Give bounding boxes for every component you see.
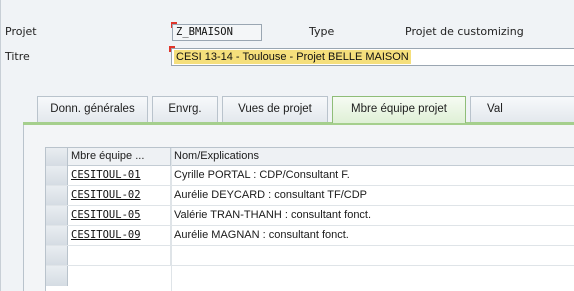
member-description[interactable]: Valérie TRAN-THANH : consultant fonct. — [171, 206, 574, 226]
member-id[interactable]: CESITOUL-02 — [68, 186, 171, 206]
team-members-table: Mbre équipe ... Nom/Explications CESITOU… — [45, 147, 574, 291]
member-id[interactable]: CESITOUL-05 — [68, 206, 171, 226]
row-selector[interactable] — [46, 226, 68, 245]
project-screen: Projet Z_BMAISON Type Projet de customiz… — [0, 0, 574, 291]
table-header: Mbre équipe ... Nom/Explications — [46, 148, 574, 166]
table-row[interactable]: CESITOUL-01 Cyrille PORTAL : CDP/Consult… — [46, 166, 574, 186]
table-row[interactable]: CESITOUL-02 Aurélie DEYCARD : consultant… — [46, 186, 574, 206]
column-header-name[interactable]: Nom/Explications — [171, 148, 574, 166]
tab-label: Envrg. — [168, 103, 202, 115]
member-id[interactable]: CESITOUL-09 — [68, 226, 171, 246]
tab-team-members[interactable]: Mbre équipe projet — [332, 96, 466, 123]
tab-label: Mbre équipe projet — [351, 103, 447, 115]
type-value: Projet de customizing — [405, 25, 524, 38]
row-selector[interactable] — [46, 266, 68, 286]
row-selector[interactable] — [46, 166, 68, 185]
select-all-cell[interactable] — [46, 148, 68, 166]
table-row[interactable]: CESITOUL-05 Valérie TRAN-THANH : consult… — [46, 206, 574, 226]
type-label: Type — [309, 25, 335, 38]
tab-general-data[interactable]: Donn. générales — [37, 96, 148, 122]
tab-values[interactable]: Val — [470, 96, 574, 122]
member-id[interactable]: CESITOUL-01 — [68, 166, 171, 186]
column-divider — [171, 148, 172, 291]
table-row[interactable]: CESITOUL-09 Aurélie MAGNAN : consultant … — [46, 226, 574, 246]
member-description[interactable]: Aurélie DEYCARD : consultant TF/CDP — [171, 186, 574, 206]
member-description[interactable]: Aurélie MAGNAN : consultant fonct. — [171, 226, 574, 246]
row-selector[interactable] — [46, 246, 68, 265]
title-label: Titre — [5, 50, 30, 63]
member-id[interactable] — [68, 246, 171, 266]
tab-label: Donn. générales — [50, 103, 135, 115]
column-header-member[interactable]: Mbre équipe ... — [68, 148, 171, 166]
title-field[interactable]: CESI 13-14 - Toulouse - Projet BELLE MAI… — [171, 48, 574, 66]
member-description[interactable]: Cyrille PORTAL : CDP/Consultant F. — [171, 166, 574, 186]
tab-label: Val — [487, 103, 503, 115]
row-selector[interactable] — [46, 186, 68, 205]
tab-strip: Donn. générales Envrg. Vues de projet Mb… — [29, 96, 574, 123]
table-row[interactable] — [46, 246, 574, 266]
project-field[interactable]: Z_BMAISON — [172, 24, 262, 41]
title-value: CESI 13-14 - Toulouse - Projet BELLE MAI… — [174, 50, 411, 64]
project-label: Projet — [5, 25, 37, 38]
tab-label: Vues de projet — [238, 103, 312, 115]
member-description[interactable] — [171, 246, 574, 266]
row-selector[interactable] — [46, 206, 68, 225]
tab-environment[interactable]: Envrg. — [152, 96, 218, 122]
tab-project-views[interactable]: Vues de projet — [222, 96, 328, 122]
table-row[interactable] — [46, 266, 574, 286]
